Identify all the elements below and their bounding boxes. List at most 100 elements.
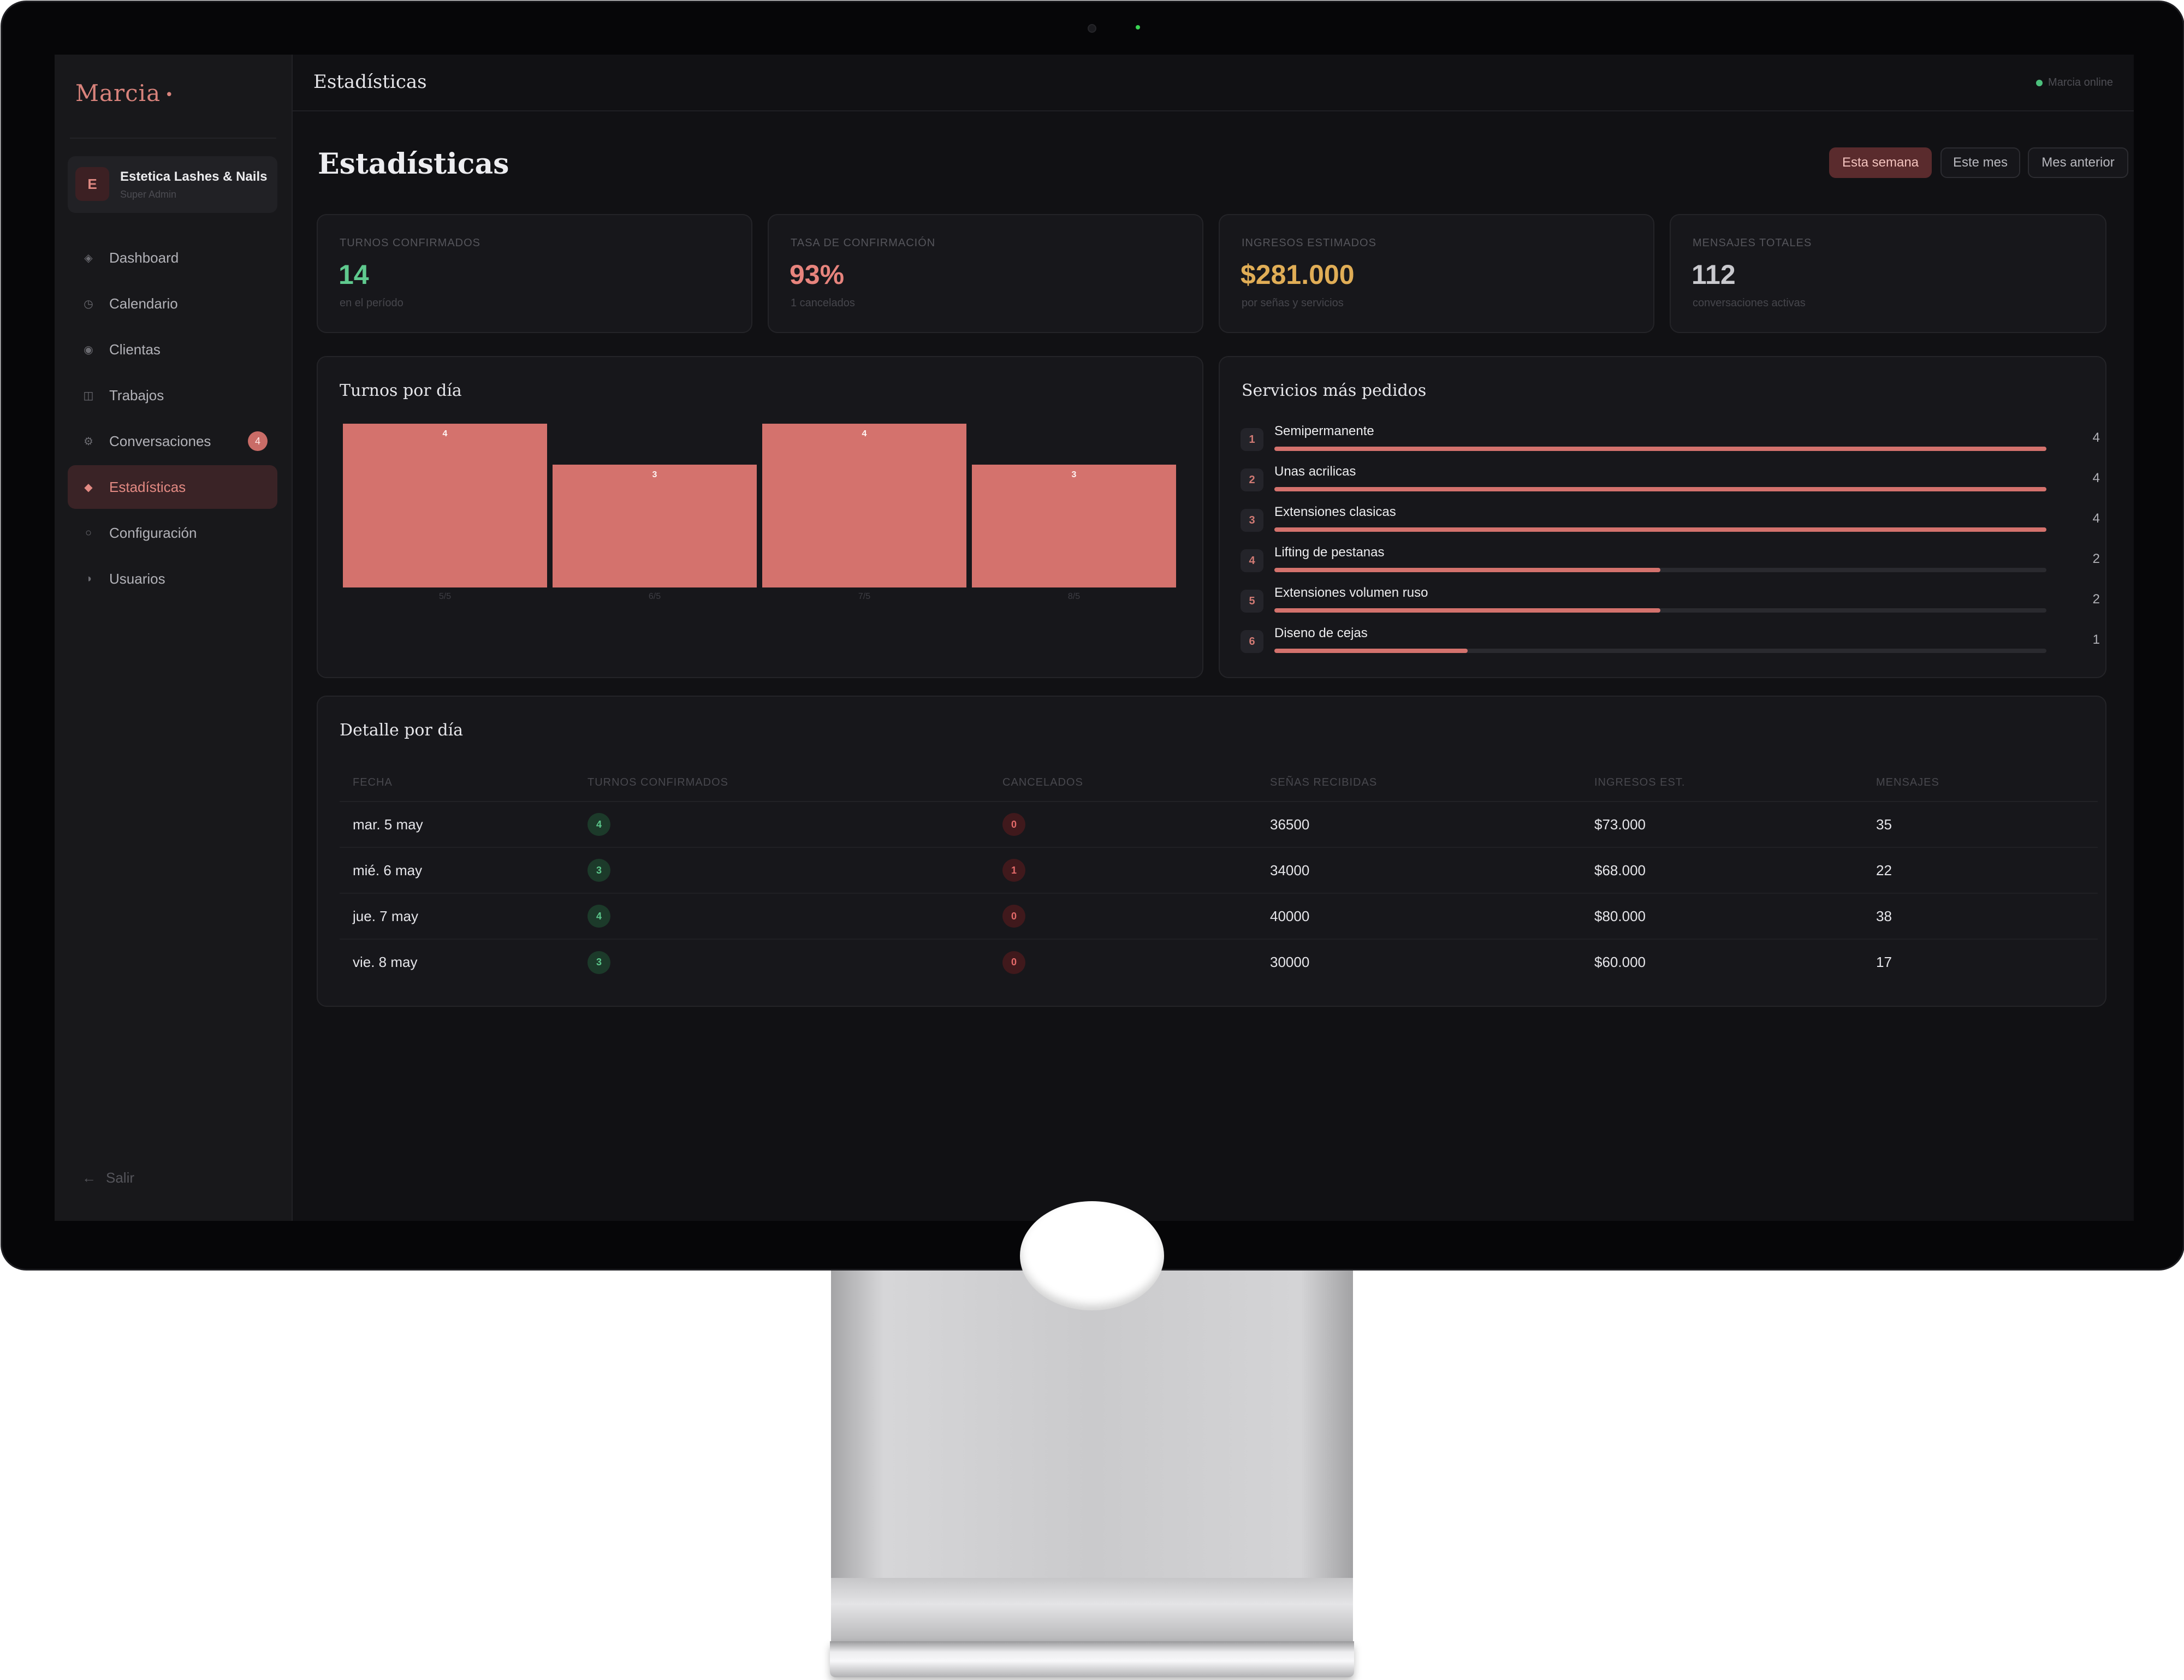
camera-icon [1088, 24, 1096, 33]
kpi-value: 14 [339, 259, 369, 290]
cell-fecha: jue. 7 may [340, 893, 574, 940]
online-status: Marcia online [2036, 76, 2113, 89]
chart-bar: 3 [972, 465, 1176, 587]
service-count: 2 [2092, 551, 2100, 566]
settings-icon: ○ [85, 526, 92, 539]
account-role: Super Admin [120, 189, 177, 200]
kpi-label: TURNOS CONFIRMADOS [340, 237, 480, 249]
service-rank: 4 [1241, 549, 1263, 572]
bar-value-label: 3 [652, 470, 657, 479]
kpi-card-mensajes: MENSAJES TOTALES 112 conversaciones acti… [1670, 214, 2106, 333]
x-tick-label: 8/5 [1067, 592, 1081, 601]
cell-ingresos: $80.000 [1581, 893, 1863, 940]
service-count: 4 [2092, 511, 2100, 526]
monitor-stand-foot [830, 1641, 1354, 1677]
cell-fecha: mié. 6 may [340, 847, 574, 894]
cancelados-pill: 0 [1002, 813, 1025, 836]
table-row[interactable]: jue. 7 may 4 0 40000 $80.000 38 [340, 893, 2098, 940]
chart-card-turnos-por-dia: Turnos por día 4 3 4 3 5/5 6/5 7/5 8/5 [317, 356, 1203, 678]
sidebar-item-dashboard[interactable]: ◈ Dashboard [68, 236, 277, 280]
turnos-pill: 3 [587, 859, 610, 882]
cell-senas: 34000 [1257, 847, 1581, 894]
service-rank: 3 [1241, 509, 1263, 532]
detail-title: Detalle por día [340, 721, 464, 740]
sidebar-divider [70, 138, 276, 139]
service-progress-track [1274, 608, 2046, 613]
sidebar-item-label: Estadísticas [109, 478, 186, 495]
cell-ingresos: $60.000 [1594, 954, 1646, 970]
stats-icon: ◆ [84, 481, 93, 494]
sidebar-nav: ◈ Dashboard ◷ Calendario ◉ Clientas ◫ Tr… [68, 236, 277, 603]
service-name: Diseno de cejas [1274, 626, 1368, 640]
users-icon: ◑ [85, 572, 92, 585]
service-count: 4 [2092, 430, 2100, 445]
service-name: Unas acrilicas [1274, 464, 1356, 479]
brand-name: Marcia [75, 80, 161, 106]
kpi-subtext: en el período [340, 297, 403, 309]
table-header-row: FECHA TURNOS CONFIRMADOS CANCELADOS SEÑA… [340, 764, 2098, 802]
services-card: Servicios más pedidos 1 Semipermanente 4 2 U… [1219, 356, 2106, 678]
account-name: Estetica Lashes & Nails [120, 169, 268, 184]
table-row[interactable]: vie. 8 may 3 0 30000 $60.000 17 [340, 939, 2098, 985]
sidebar: Marcia • E Estetica Lashes & Nails Super … [55, 55, 293, 1221]
table-row[interactable]: mar. 5 may 4 0 36500 $73.000 35 [340, 802, 2098, 848]
range-este-mes-button[interactable]: Este mes [1940, 147, 2020, 178]
cell-turnos: 4 [574, 802, 989, 848]
brand-logo[interactable]: Marcia • [75, 80, 174, 106]
chart-title: Turnos por día [340, 381, 462, 400]
sidebar-item-configuracion[interactable]: ○ Configuración [68, 511, 277, 555]
online-dot-icon [2036, 79, 2043, 86]
service-rank: 6 [1241, 630, 1263, 653]
column-header-ingresos: INGRESOS EST. [1581, 764, 1863, 802]
service-name: Lifting de pestanas [1274, 545, 1385, 560]
service-progress-fill [1274, 487, 2046, 491]
top-bar: Estadísticas Marcia online [293, 55, 2134, 111]
service-count: 1 [2092, 632, 2100, 647]
service-name: Extensiones clasicas [1274, 504, 1396, 519]
sidebar-item-estadisticas[interactable]: ◆ Estadísticas [68, 465, 277, 509]
sidebar-item-label: Conversaciones [109, 432, 211, 449]
x-tick-label: 6/5 [648, 592, 661, 601]
column-header-turnos: TURNOS CONFIRMADOS [574, 764, 989, 802]
cancelados-pill: 0 [1002, 905, 1025, 928]
x-tick-label: 7/5 [858, 592, 871, 601]
sidebar-item-clientas[interactable]: ◉ Clientas [68, 328, 277, 371]
service-progress-fill [1274, 447, 2046, 451]
service-progress-fill [1274, 527, 2046, 532]
kpi-card-tasa: TASA DE CONFIRMACIÓN 93% 1 cancelados [768, 214, 1203, 333]
topbar-title: Estadísticas [313, 71, 427, 93]
sidebar-item-trabajos[interactable]: ◫ Trabajos [68, 373, 277, 417]
turnos-pill: 3 [587, 951, 610, 974]
sidebar-item-label: Calendario [109, 295, 178, 312]
sidebar-item-label: Configuración [109, 524, 197, 541]
range-esta-semana-button[interactable]: Esta semana [1829, 147, 1932, 178]
cell-senas: 30000 [1270, 954, 1310, 970]
range-mes-anterior-button[interactable]: Mes anterior [2028, 147, 2128, 178]
account-switcher[interactable]: E Estetica Lashes & Nails Super Admin [68, 156, 277, 213]
cell-cancelados: 0 [989, 939, 1257, 985]
service-row: 4 Lifting de pestanas 2 [1241, 543, 2100, 581]
bar-value-label: 3 [1071, 470, 1077, 479]
column-header-senas: SEÑAS RECIBIDAS [1257, 764, 1581, 802]
cell-mensajes: 38 [1863, 893, 2098, 940]
cell-mensajes: 35 [1863, 802, 2098, 848]
service-count: 2 [2092, 592, 2100, 607]
cell-cancelados: 0 [989, 893, 1257, 940]
chart-bar: 3 [553, 465, 757, 587]
kpi-card-ingresos: INGRESOS ESTIMADOS $281.000 por señas y … [1219, 214, 1654, 333]
sidebar-item-conversaciones[interactable]: ⚙ Conversaciones 4 [68, 419, 277, 463]
kpi-value: $281.000 [1241, 259, 1355, 290]
service-row: 6 Diseno de cejas 1 [1241, 624, 2100, 662]
sidebar-item-usuarios[interactable]: ◑ Usuarios [68, 557, 277, 601]
service-name: Extensiones volumen ruso [1274, 585, 1428, 600]
cell-fecha: vie. 8 may [353, 954, 418, 970]
arrow-left-icon: ← [82, 1170, 96, 1186]
table-row[interactable]: mié. 6 may 3 1 34000 $68.000 22 [340, 847, 2098, 894]
column-header-cancelados: CANCELADOS [989, 764, 1257, 802]
sidebar-item-calendario[interactable]: ◷ Calendario [68, 282, 277, 325]
service-progress-track [1274, 527, 2046, 532]
logout-button[interactable]: ← Salir [82, 1170, 134, 1186]
service-progress-fill [1274, 608, 1660, 613]
cell-senas: 40000 [1257, 893, 1581, 940]
cell-turnos: 3 [574, 939, 989, 985]
